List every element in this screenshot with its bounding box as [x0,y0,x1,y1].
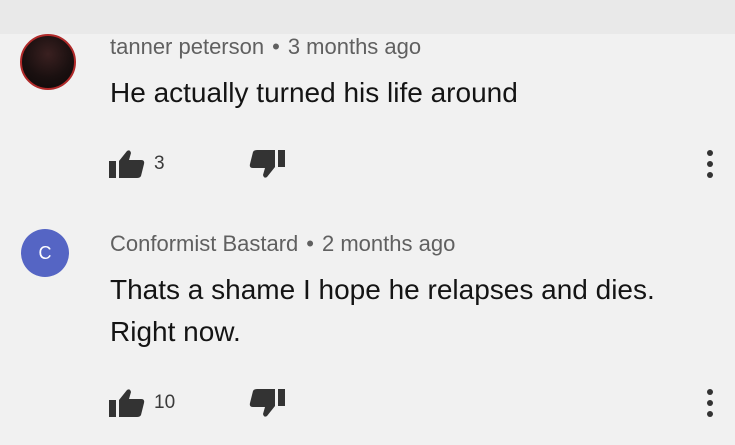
more-vertical-icon [707,389,713,417]
like-count: 10 [154,392,176,413]
more-options-button[interactable] [698,144,722,184]
thumbs-down-icon [249,389,285,417]
comment-text-line: He actually turned his life around [110,77,518,108]
comment-text: He actually turned his life around [110,72,518,114]
like-button[interactable]: 3 [108,144,165,184]
thumbs-up-icon [109,150,145,178]
comment-actions: 3 [108,144,728,184]
thumbs-up-icon [109,389,145,417]
comment-meta: Conformist Bastard • 2 months ago [110,231,455,257]
author-name[interactable]: Conformist Bastard [110,231,298,256]
dislike-button[interactable] [248,383,286,423]
top-bar [0,0,735,34]
avatar[interactable] [20,34,76,90]
author-name[interactable]: tanner peterson [110,34,264,59]
like-button[interactable]: 10 [108,383,175,423]
avatar-letter: C [38,242,52,263]
comment: C Conformist Bastard • 2 months ago Thats … [0,219,735,445]
comment-actions: 10 [108,383,728,423]
comment-meta: tanner peterson • 3 months ago [110,34,421,60]
more-vertical-icon [707,150,713,178]
more-options-button[interactable] [698,383,722,423]
comment-text: Thats a shame I hope he relapses and die… [110,269,655,353]
thumbs-down-icon [249,150,285,178]
comment: tanner peterson • 3 months ago He actually… [0,34,735,219]
avatar[interactable]: C [21,229,69,277]
comment-time[interactable]: 2 months ago [322,231,455,256]
meta-separator: • [306,231,314,256]
dislike-button[interactable] [248,144,286,184]
like-count: 3 [154,153,165,174]
meta-separator: • [272,34,280,59]
comment-text-line: Right now. [110,316,241,347]
comment-time[interactable]: 3 months ago [288,34,421,59]
comment-text-line: Thats a shame I hope he relapses and die… [110,274,655,305]
